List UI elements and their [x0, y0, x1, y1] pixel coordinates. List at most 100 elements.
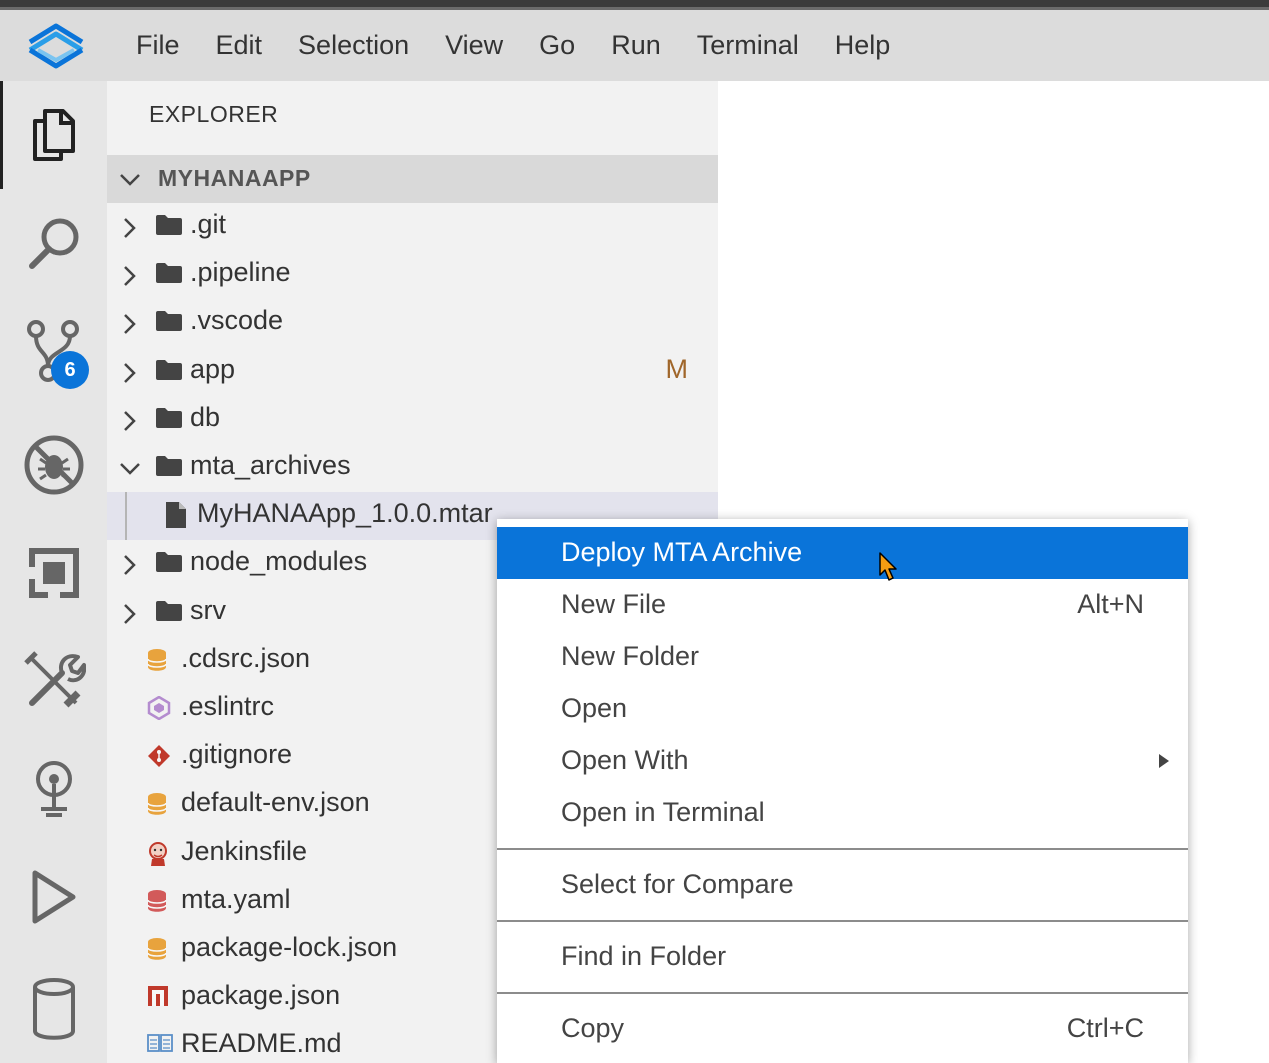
cloud-foundry-activity[interactable]: [0, 735, 107, 843]
ctx-item-label: Deploy MTA Archive: [561, 537, 803, 567]
ctx-select-for-compare[interactable]: Select for Compare: [497, 859, 1188, 911]
ctx-open[interactable]: Open: [497, 683, 1188, 735]
database-icon: [32, 978, 75, 1040]
tree-row-pipeline[interactable]: .pipeline: [107, 251, 718, 299]
folder-icon: [156, 311, 182, 331]
menu-go[interactable]: Go: [521, 10, 593, 81]
window-top-strip: [0, 0, 1269, 10]
menu-separator: [497, 992, 1188, 994]
tree-item-label: Jenkinsfile: [181, 836, 308, 866]
debug-activity[interactable]: [0, 411, 107, 519]
chevron-right-icon: [124, 604, 136, 624]
context-menu: Deploy MTA Archive New File Alt+N New Fo…: [497, 519, 1188, 1063]
menu-view[interactable]: View: [427, 10, 521, 81]
file-icon: [166, 502, 186, 528]
cloud-foundry-icon: [35, 761, 72, 817]
folder-icon: [156, 215, 182, 235]
ctx-new-folder[interactable]: New Folder: [497, 631, 1188, 683]
mouse-cursor-icon: [879, 552, 897, 581]
git-modified-badge: M: [665, 354, 689, 384]
extensions-activity[interactable]: [0, 519, 107, 627]
tree-row-mta-archives[interactable]: mta_archives: [107, 444, 718, 492]
search-icon: [28, 218, 78, 269]
folder-icon: [156, 456, 182, 476]
git-icon: [148, 745, 170, 767]
json-file-icon: [147, 793, 167, 815]
ctx-open-with[interactable]: Open With: [497, 735, 1188, 787]
json-file-icon: [147, 649, 167, 671]
menu-selection[interactable]: Selection: [280, 10, 427, 81]
tree-item-label: README.md: [181, 1028, 342, 1058]
tree-item-label: .pipeline: [190, 257, 291, 287]
database-activity[interactable]: [0, 955, 107, 1063]
ctx-item-label: New Folder: [561, 641, 700, 671]
tree-item-label: .vscode: [190, 305, 284, 335]
ctx-shortcut: Alt+N: [1077, 589, 1144, 619]
project-name: MYHANAAPP: [158, 165, 311, 191]
chevron-right-icon: [124, 363, 136, 383]
yaml-file-icon: [147, 890, 167, 912]
tools-icon: [23, 651, 86, 708]
extensions-icon: [27, 548, 79, 599]
tree-item-label: package.json: [181, 980, 341, 1010]
ctx-new-file[interactable]: New File Alt+N: [497, 579, 1188, 631]
source-control-activity[interactable]: [0, 297, 107, 405]
tree-row-vscode[interactable]: .vscode: [107, 299, 718, 347]
tree-item-label: .git: [190, 209, 227, 239]
menu-terminal[interactable]: Terminal: [679, 10, 817, 81]
menu-file[interactable]: File: [118, 10, 198, 81]
tree-item-label: default-env.json: [181, 787, 370, 817]
tree-row-db[interactable]: db: [107, 396, 718, 444]
ctx-open-in-terminal[interactable]: Open in Terminal: [497, 787, 1188, 839]
project-section-header[interactable]: MYHANAAPP: [107, 155, 718, 203]
explorer-icon: [32, 109, 75, 161]
markdown-icon: [147, 1034, 173, 1052]
chevron-right-icon: [124, 411, 136, 431]
ctx-item-label: Open in Terminal: [561, 797, 765, 827]
submenu-arrow-icon: [1159, 754, 1169, 768]
ctx-deploy-mta-archive[interactable]: Deploy MTA Archive: [497, 527, 1188, 579]
folder-icon: [156, 552, 182, 572]
tree-item-label: mta.yaml: [181, 884, 291, 914]
explorer-activity[interactable]: [0, 81, 107, 189]
ctx-shortcut: Ctrl+C: [1066, 1013, 1144, 1043]
ctx-item-label: Select for Compare: [561, 869, 794, 899]
activity-bar: 6: [0, 81, 107, 1063]
search-activity[interactable]: [0, 189, 107, 297]
ctx-find-in-folder[interactable]: Find in Folder: [497, 931, 1188, 983]
tree-row-app[interactable]: app M: [107, 348, 718, 396]
sap-logo-icon: [28, 23, 84, 69]
eslint-icon: [147, 696, 171, 720]
tree-item-label: package-lock.json: [181, 932, 398, 962]
chevron-down-icon: [120, 463, 140, 475]
tree-item-label: db: [190, 402, 221, 432]
menu-items: File Edit Selection View Go Run Terminal…: [118, 10, 908, 81]
tree-item-label: .eslintrc: [181, 691, 275, 721]
ctx-item-label: New File: [561, 589, 667, 619]
menu-edit[interactable]: Edit: [198, 10, 281, 81]
run-icon: [32, 870, 75, 924]
chevron-right-icon: [124, 555, 136, 575]
tree-item-label: .gitignore: [181, 739, 293, 769]
tools-activity[interactable]: [0, 627, 107, 735]
folder-icon: [156, 263, 182, 283]
tree-item-label: .cdsrc.json: [181, 643, 311, 673]
folder-icon: [156, 408, 182, 428]
json-file-icon: [147, 938, 167, 960]
folder-icon: [156, 360, 182, 380]
indent-guide: [125, 492, 127, 540]
ctx-item-label: Find in Folder: [561, 941, 727, 971]
explorer-title: EXPLORER: [149, 101, 279, 127]
tree-item-label: srv: [190, 595, 226, 625]
menu-run[interactable]: Run: [593, 10, 679, 81]
menu-separator: [497, 920, 1188, 922]
run-activity[interactable]: [0, 843, 107, 951]
source-control-badge: 6: [51, 351, 89, 389]
tree-row-git[interactable]: .git: [107, 203, 718, 251]
jenkins-icon: [149, 842, 167, 866]
ctx-item-label: Open With: [561, 745, 689, 775]
ctx-copy[interactable]: Copy Ctrl+C: [497, 1003, 1188, 1055]
chevron-right-icon: [124, 266, 136, 286]
menu-separator: [497, 848, 1188, 850]
menu-help[interactable]: Help: [817, 10, 909, 81]
